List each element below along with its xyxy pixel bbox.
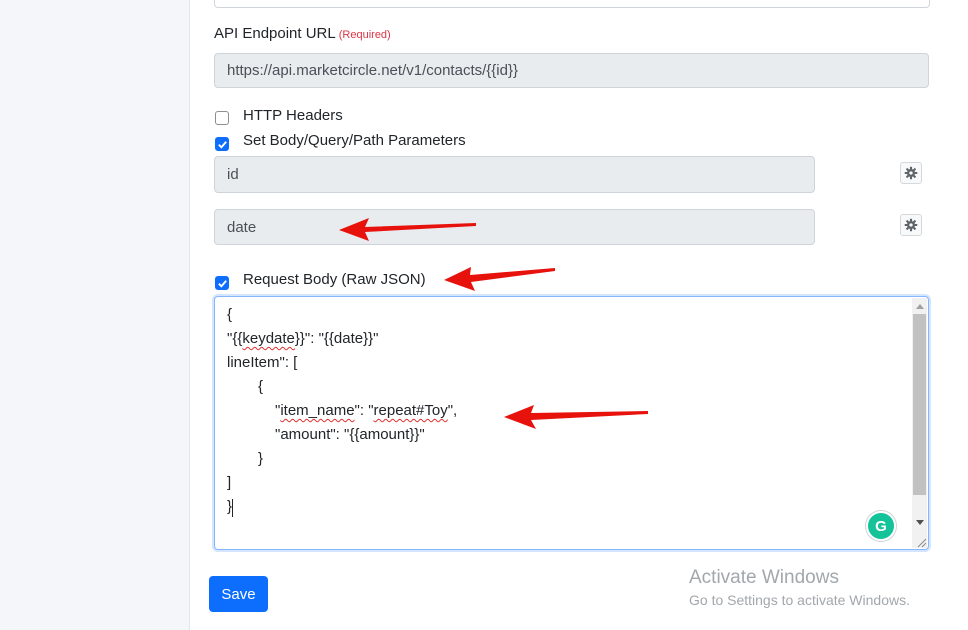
text-caret xyxy=(232,499,233,517)
grammarly-icon[interactable]: G xyxy=(866,511,896,541)
param-id-value: id xyxy=(227,166,239,183)
arrow-annotation xyxy=(444,267,555,291)
gear-icon xyxy=(904,166,918,180)
endpoint-url-value: https://api.marketcircle.net/v1/contacts… xyxy=(227,62,518,79)
params-label: Set Body/Query/Path Parameters xyxy=(243,132,466,149)
param-field-id[interactable]: id xyxy=(214,156,815,193)
param-field-date[interactable]: date xyxy=(214,209,815,245)
scroll-down-icon[interactable] xyxy=(913,515,926,529)
code-line: "item_name": "repeat#Toy", xyxy=(275,402,458,419)
save-button[interactable]: Save xyxy=(209,576,268,612)
code-line: { xyxy=(227,306,233,323)
param-date-value: date xyxy=(227,218,257,236)
params-checkbox[interactable] xyxy=(215,137,229,151)
raw-json-label: Request Body (Raw JSON) xyxy=(243,271,426,288)
previous-field[interactable] xyxy=(214,0,930,8)
scrollbar-thumb[interactable] xyxy=(913,314,926,495)
raw-json-checkbox[interactable] xyxy=(215,276,229,290)
param-id-settings-button[interactable] xyxy=(900,162,922,184)
code-line: "amount": "{{amount}}" xyxy=(275,426,425,443)
arrow-annotation xyxy=(339,218,476,241)
check-icon xyxy=(218,141,227,149)
http-headers-label: HTTP Headers xyxy=(243,107,343,124)
activate-windows-title: Activate Windows xyxy=(689,567,839,588)
arrow-annotation xyxy=(504,405,648,429)
param-date-settings-button[interactable] xyxy=(900,214,922,236)
grammarly-letter: G xyxy=(875,517,887,535)
code-line: lineItem": [ xyxy=(227,354,298,371)
code-line: { xyxy=(258,378,264,395)
http-headers-checkbox[interactable] xyxy=(215,111,229,125)
code-line: } xyxy=(258,450,264,467)
endpoint-label: API Endpoint URL (Required) xyxy=(214,25,391,42)
endpoint-url-input[interactable]: https://api.marketcircle.net/v1/contacts… xyxy=(214,53,929,88)
resize-grip-icon[interactable] xyxy=(915,536,927,548)
required-indicator: (Required) xyxy=(338,29,391,41)
code-line: ] xyxy=(227,474,232,491)
scroll-up-icon[interactable] xyxy=(913,299,926,313)
code-line: "{{keydate}}": "{{date}}" xyxy=(227,330,379,347)
endpoint-label-text: API Endpoint URL xyxy=(214,25,336,42)
activate-windows-subtitle: Go to Settings to activate Windows. xyxy=(689,592,910,608)
check-icon xyxy=(218,280,227,288)
gear-icon xyxy=(904,218,918,232)
